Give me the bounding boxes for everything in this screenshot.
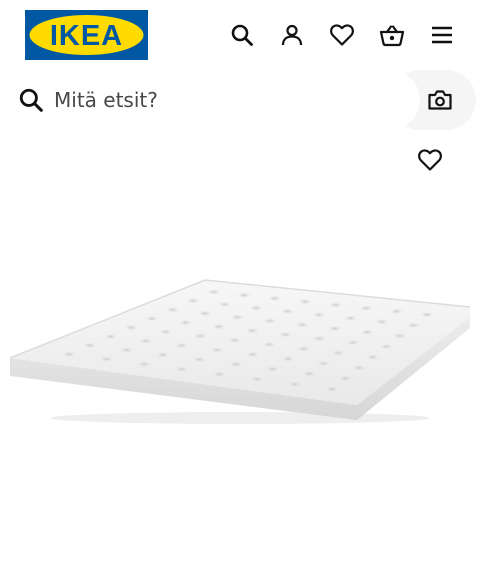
search-bar bbox=[0, 70, 476, 130]
search-input[interactable] bbox=[54, 82, 394, 118]
header: IKEA ® bbox=[0, 0, 480, 70]
svg-text:®: ® bbox=[139, 19, 144, 26]
mattress-topper-image bbox=[9, 279, 471, 424]
ikea-logo[interactable]: IKEA ® bbox=[25, 10, 148, 60]
shopping-bag-button[interactable] bbox=[374, 17, 410, 53]
search-field bbox=[0, 70, 420, 130]
camera-icon bbox=[428, 90, 452, 110]
shopping-bag-icon bbox=[379, 25, 405, 47]
profile-icon bbox=[281, 24, 303, 46]
menu-button[interactable] bbox=[424, 17, 460, 53]
menu-icon bbox=[432, 26, 452, 44]
search-field-icon bbox=[18, 87, 44, 113]
profile-button[interactable] bbox=[274, 17, 310, 53]
add-to-favourites-button[interactable] bbox=[412, 144, 448, 176]
logo-text: IKEA bbox=[50, 20, 123, 52]
product-image[interactable] bbox=[0, 260, 480, 430]
search-button[interactable] bbox=[224, 17, 260, 53]
heart-icon bbox=[330, 24, 354, 46]
heart-icon bbox=[418, 149, 442, 171]
search-icon bbox=[19, 88, 43, 112]
favourites-button[interactable] bbox=[324, 17, 360, 53]
search-icon bbox=[231, 24, 253, 46]
